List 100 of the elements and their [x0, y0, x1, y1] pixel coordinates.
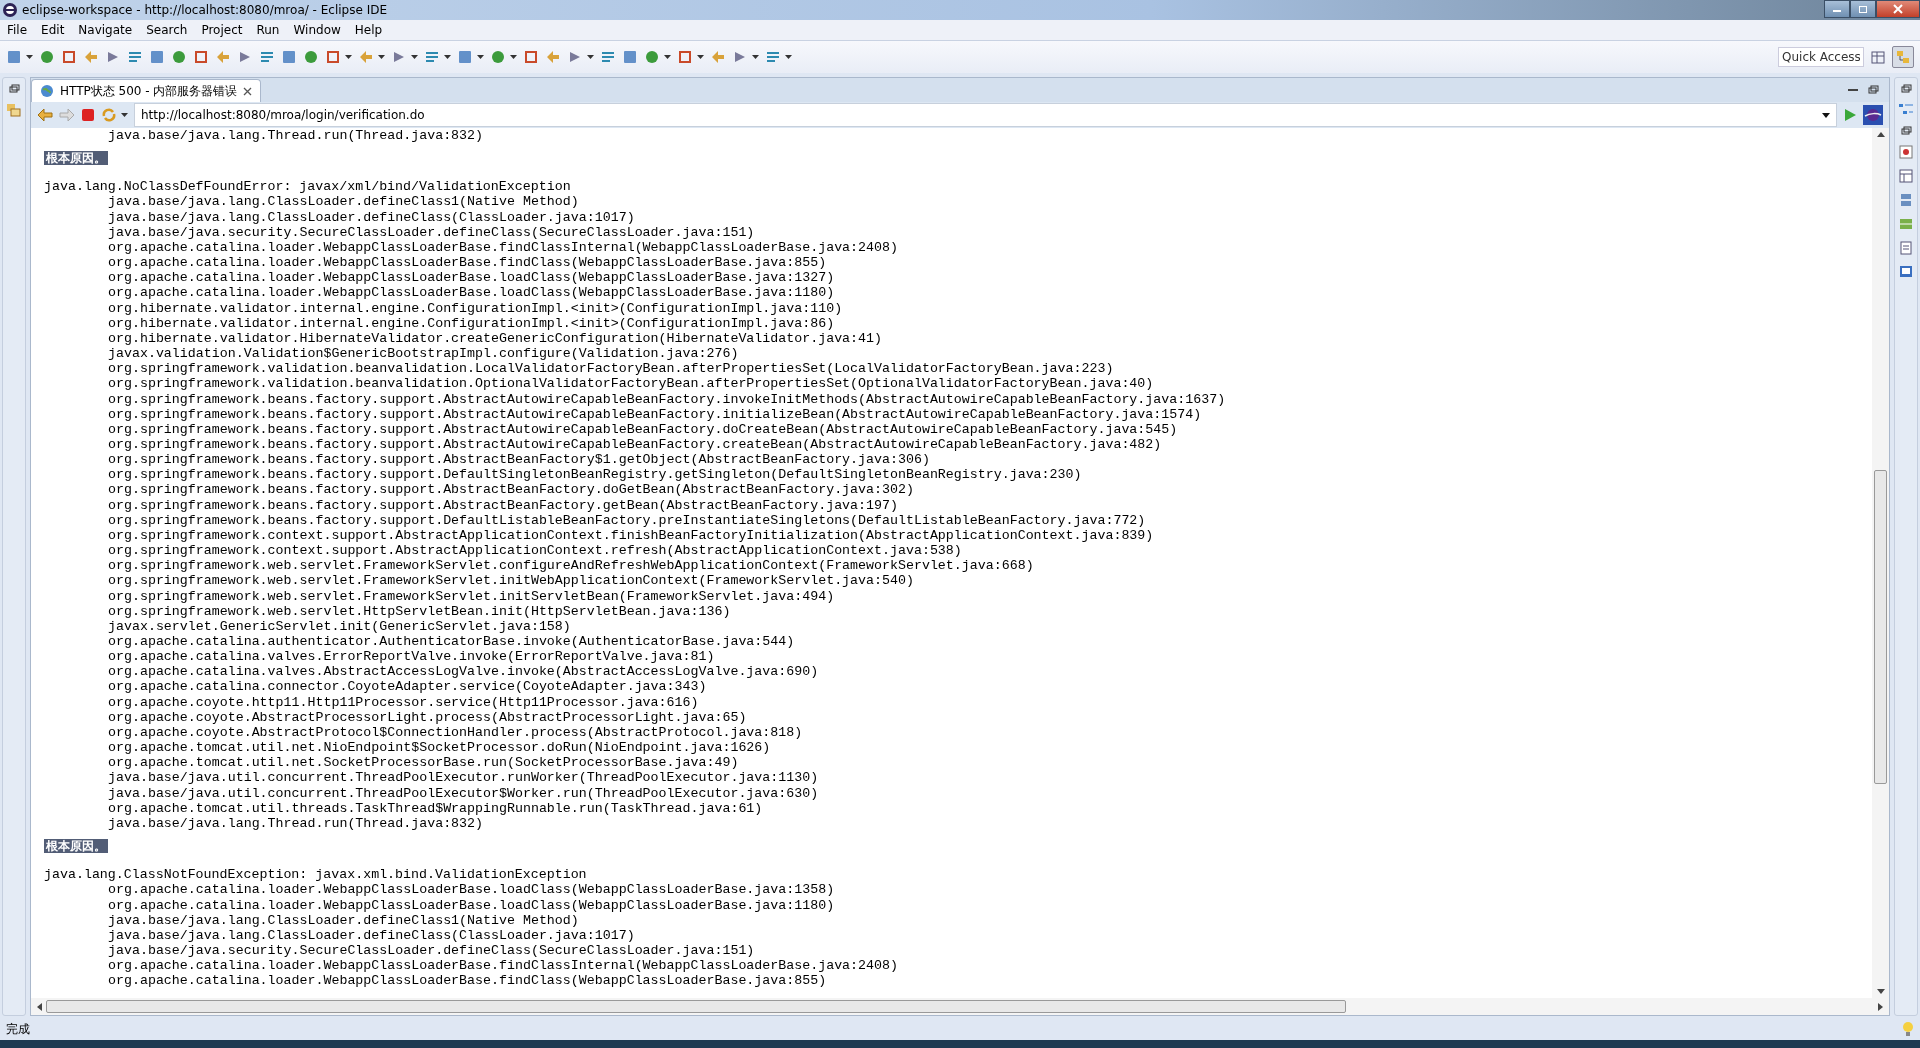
stack-frame: org.springframework.web.servlet.HttpServletBean.init(HttpServletBean.java:136) [44, 603, 1872, 619]
stack-frame: org.springframework.beans.factory.support.AbstractAutowireCapableBeanFactory.doCreateBean(AbstractAutowireCapableBeanFactory.java:545) [44, 421, 1872, 437]
quick-access-field[interactable]: Quick Access [1778, 47, 1864, 67]
stack-frame: java.base/java.lang.Thread.run(Thread.java:832) [44, 128, 1872, 144]
stack-frame: org.springframework.validation.beanvalidation.LocalValidatorFactoryBean.afterPropertiesSet(LocalValidatorFactoryBean.java:223) [44, 361, 1872, 377]
stack-frame: org.apache.catalina.loader.WebappClassLoaderBase.findClass(WebappClassLoaderBase.java:855) [44, 255, 1872, 271]
open-perspective-icon[interactable] [1870, 49, 1886, 65]
status-text: 完成 [6, 1020, 30, 1038]
caret-icon[interactable] [510, 55, 517, 59]
caret-icon[interactable] [477, 55, 484, 59]
caret-icon[interactable] [444, 55, 451, 59]
horizontal-scrollbar[interactable] [31, 998, 1889, 1015]
snippets-icon[interactable] [1898, 240, 1914, 256]
stack-frame: org.springframework.context.support.AbstractApplicationContext.refresh(AbstractApplicationContext.java:538) [44, 543, 1872, 559]
stack-frame: org.apache.tomcat.util.threads.TaskThread$WrappingRunnable.run(TaskThread.java:61) [44, 800, 1872, 816]
caret-icon[interactable] [378, 55, 385, 59]
stack-frame: java.base/java.util.concurrent.ThreadPoolExecutor.runWorker(ThreadPoolExecutor.java:1130) [44, 770, 1872, 786]
stack-frame: org.apache.coyote.AbstractProcessorLight.process(AbstractProcessorLight.java:65) [44, 709, 1872, 725]
stack-frame: org.apache.catalina.loader.WebappClassLoaderBase.findClassInternal(WebappClassLoaderBase.java:2408) [44, 958, 1872, 974]
scroll-left-icon[interactable] [37, 1002, 42, 1011]
menu-item[interactable]: Search [139, 23, 195, 37]
stack-frame: org.apache.catalina.loader.WebappClassLoaderBase.findClassInternal(WebappClassLoaderBase.java:2408) [44, 239, 1872, 256]
stack-frame: org.apache.catalina.loader.WebappClassLoaderBase.loadClass(WebappClassLoaderBase.java:1180) [44, 285, 1872, 301]
menu-item[interactable]: Window [286, 23, 348, 37]
stack-frame: org.springframework.context.support.AbstractApplicationContext.finishBeanFactoryInitialization(AbstractApplicationContext.java:839) [44, 527, 1872, 544]
close-icon[interactable] [243, 86, 253, 96]
stack-frame: org.springframework.beans.factory.support.AbstractBeanFactory.getBean(AbstractBeanFactory.java:197) [44, 497, 1872, 513]
exception-message: java.lang.ClassNotFoundException: javax.xml.bind.ValidationException [44, 867, 588, 883]
close-button[interactable] [1876, 0, 1920, 18]
stack-frame: org.apache.tomcat.util.net.SocketProcessorBase.run(SocketProcessorBase.java:49) [44, 755, 1872, 771]
scroll-down-icon[interactable] [1876, 989, 1885, 994]
stack-frame: org.apache.catalina.loader.WebappClassLoaderBase.loadClass(WebappClassLoaderBase.java:1180) [44, 897, 1872, 913]
java-ee-perspective-icon[interactable] [1892, 46, 1914, 68]
data-source-icon[interactable] [1898, 216, 1914, 232]
menu-item[interactable]: Navigate [71, 23, 140, 37]
menu-item[interactable]: File [0, 23, 35, 37]
caret-icon[interactable] [345, 55, 352, 59]
stack-frame: java.base/java.util.concurrent.ThreadPoolExecutor$Worker.run(ThreadPoolExecutor.java:630) [44, 785, 1872, 801]
stack-frame: javax.validation.Validation$GenericBootstrapImpl.configure(Validation.java:276) [44, 346, 1872, 362]
maximize-button[interactable] [1850, 0, 1876, 18]
stack-frame: org.springframework.beans.factory.support.AbstractAutowireCapableBeanFactory.invokeInitMethods(AbstractAutowireCapableBeanFactory.java:1637) [44, 391, 1872, 407]
stack-frame: javax.servlet.GenericServlet.init(GenericServlet.java:158) [44, 618, 1872, 634]
stack-frame: org.springframework.beans.factory.support.AbstractAutowireCapableBeanFactory.createBean(AbstractAutowireCapableBeanFactory.java:482) [44, 436, 1872, 453]
menu-item[interactable]: Edit [34, 23, 72, 37]
stack-frame: org.apache.catalina.authenticator.AuthenticatorBase.invoke(AuthenticatorBase.java:544) [44, 634, 1872, 650]
stack-frame: org.apache.coyote.http11.Http11Processor.service(Http11Processor.java:616) [44, 694, 1872, 710]
stack-frame: org.apache.catalina.loader.WebappClassLoaderBase.loadClass(WebappClassLoaderBase.java:1327) [44, 270, 1872, 286]
stack-frame: org.springframework.web.servlet.FrameworkServlet.initWebApplicationContext(FrameworkServlet.java:540) [44, 573, 1872, 589]
menu-item[interactable]: Run [249, 23, 287, 37]
stack-frame: org.apache.coyote.AbstractProtocol$ConnectionHandler.process(AbstractProtocol.java:818) [44, 724, 1872, 741]
menu-item[interactable]: Project [194, 23, 250, 37]
root-cause-heading: 根本原因。 [44, 151, 108, 166]
maximize-icon[interactable] [1867, 85, 1879, 95]
window-title: eclipse-workspace - http://localhost:8080/mroa/ - Eclipse IDE [22, 3, 387, 17]
project-explorer-icon[interactable] [6, 102, 22, 118]
vertical-scrollbar[interactable] [1872, 128, 1889, 998]
tab-label: HTTP状态 500 - 内部服务器错误 [60, 82, 238, 100]
stack-frame: java.base/java.lang.ClassLoader.defineClass1(Native Method) [44, 912, 1872, 928]
external-browser-icon[interactable] [1863, 105, 1883, 125]
servers-icon[interactable] [1898, 192, 1914, 208]
stack-frame: org.springframework.web.servlet.FrameworkServlet.configureAndRefreshWebApplicationContext(FrameworkServlet.java:668) [44, 558, 1872, 574]
close-icon [1892, 4, 1904, 14]
scroll-up-icon[interactable] [1876, 132, 1885, 137]
scroll-thumb[interactable] [1874, 470, 1887, 785]
stack-frame: java.base/java.lang.ClassLoader.defineClass1(Native Method) [44, 194, 1872, 210]
stack-frame: org.springframework.beans.factory.support.DefaultSingletonBeanRegistry.getSingleton(DefaultSingletonBeanRegistry.java:230) [44, 467, 1872, 483]
caret-icon[interactable] [121, 113, 128, 117]
caret-icon[interactable] [664, 55, 671, 59]
stack-frame: java.base/java.lang.Thread.run(Thread.java:832) [44, 815, 1872, 832]
minimize-button[interactable] [1824, 0, 1850, 18]
stack-frame: org.springframework.web.servlet.FrameworkServlet.initServletBean(FrameworkServlet.java:494) [44, 588, 1872, 604]
stack-frame: org.hibernate.validator.internal.engine.ConfigurationImpl.<init>(ConfigurationImpl.java:110) [44, 300, 1872, 316]
properties-icon[interactable] [1898, 168, 1914, 184]
caret-icon[interactable] [1822, 112, 1830, 118]
caret-icon[interactable] [697, 55, 704, 59]
stack-frame: org.hibernate.validator.internal.engine.ConfigurationImpl.<init>(ConfigurationImpl.java:86) [44, 315, 1872, 331]
markers-icon[interactable] [1898, 144, 1914, 160]
eclipse-logo-icon [2, 2, 18, 18]
lightbulb-icon[interactable] [1902, 1021, 1914, 1037]
menu-item[interactable]: Help [347, 23, 390, 37]
stack-frame: org.apache.catalina.valves.AbstractAccessLogValve.invoke(AbstractAccessLogValve.java:690) [44, 664, 1872, 680]
stack-frame: org.springframework.validation.beanvalidation.OptionalValidatorFactoryBean.afterPropertiesSet(OptionalValidatorFactoryBean.java:40) [44, 376, 1872, 392]
go-icon[interactable] [1843, 108, 1857, 122]
scroll-thumb[interactable] [46, 1000, 1346, 1013]
caret-icon[interactable] [26, 55, 33, 59]
scroll-right-icon[interactable] [1878, 1002, 1883, 1011]
stack-frame: org.apache.catalina.loader.WebappClassLoaderBase.loadClass(WebappClassLoaderBase.java:1358) [44, 882, 1872, 898]
stack-frame: org.apache.catalina.valves.ErrorReportValve.invoke(ErrorReportValve.java:81) [44, 649, 1872, 665]
browser-tab[interactable]: HTTP状态 500 - 内部服务器错误 [31, 79, 262, 102]
stack-frame: java.base/java.lang.ClassLoader.defineClass(ClassLoader.java:1017) [44, 209, 1872, 225]
url-field[interactable]: http://localhost:8080/mroa/login/verification.do [134, 103, 1837, 127]
caret-icon[interactable] [587, 55, 594, 59]
restore-icon[interactable] [1900, 84, 1912, 94]
caret-icon[interactable] [785, 55, 792, 59]
caret-icon[interactable] [752, 55, 759, 59]
restore-icon[interactable] [8, 84, 20, 94]
restore-icon[interactable] [1900, 126, 1912, 136]
stack-frame: java.base/java.security.SecureClassLoader.defineClass(SecureClassLoader.java:151) [44, 224, 1872, 240]
stack-frame: java.base/java.lang.ClassLoader.defineClass(ClassLoader.java:1017) [44, 927, 1872, 943]
caret-icon[interactable] [411, 55, 418, 59]
